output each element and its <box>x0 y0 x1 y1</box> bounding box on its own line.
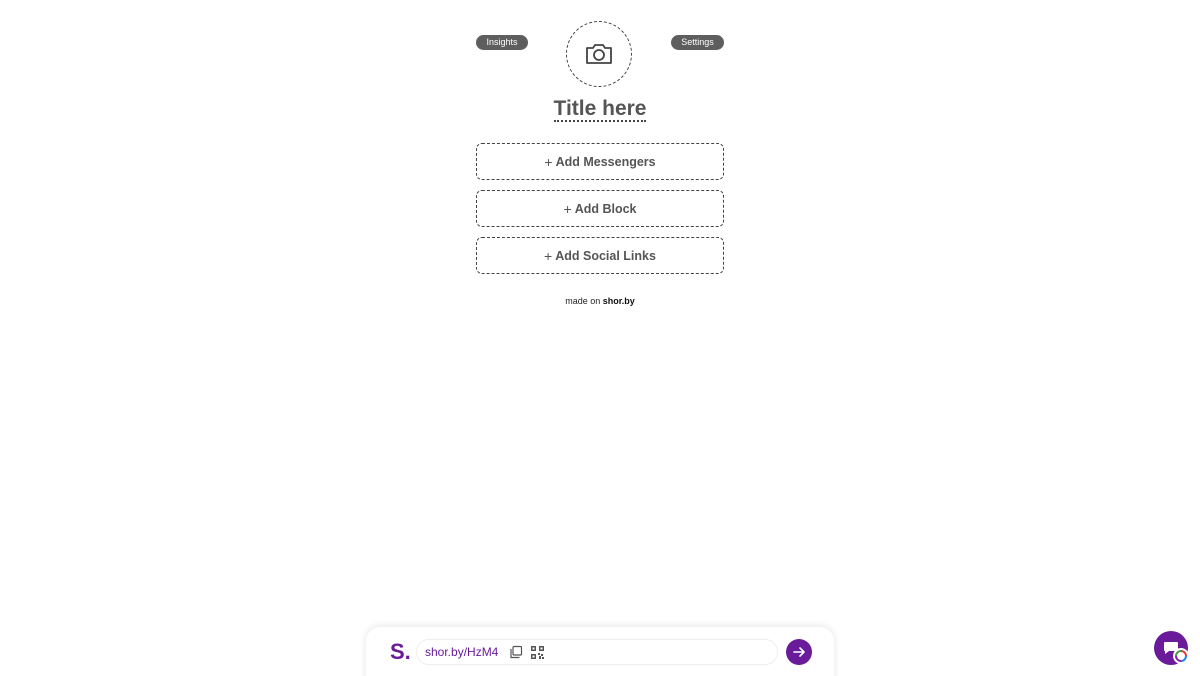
short-url[interactable]: shor.by/HzM4 <box>425 645 498 659</box>
copy-icon[interactable] <box>509 645 523 659</box>
arrow-right-icon <box>793 647 805 657</box>
logo[interactable]: S. <box>390 639 411 665</box>
made-on-footer: made on shor.by <box>0 296 1200 306</box>
add-messengers-button[interactable]: + Add Messengers <box>476 143 724 180</box>
add-block-label: Add Block <box>574 201 637 216</box>
add-social-links-label: Add Social Links <box>555 248 656 263</box>
add-messengers-label: Add Messengers <box>555 154 656 169</box>
plus-icon: + <box>544 153 553 170</box>
chat-brand-icon <box>1173 648 1189 664</box>
camera-icon <box>586 44 612 64</box>
page-title-container: Title here <box>0 97 1200 122</box>
add-social-links-button[interactable]: + Add Social Links <box>476 237 724 274</box>
made-on-text: made on <box>565 296 601 306</box>
page: Insights Settings Title here + Add Messe… <box>0 0 1200 676</box>
page-title[interactable]: Title here <box>553 97 647 122</box>
add-block-button[interactable]: + Add Block <box>476 190 724 227</box>
settings-button[interactable]: Settings <box>671 35 724 50</box>
avatar-upload[interactable] <box>566 21 632 87</box>
url-field: shor.by/HzM4 <box>416 639 778 665</box>
qr-code-icon[interactable] <box>531 646 544 659</box>
go-button[interactable] <box>786 639 812 665</box>
plus-icon: + <box>563 200 572 217</box>
insights-button[interactable]: Insights <box>476 35 528 50</box>
brand-link[interactable]: shor.by <box>603 296 635 306</box>
plus-icon: + <box>544 247 553 264</box>
bottom-bar: S. shor.by/HzM4 <box>366 627 834 676</box>
